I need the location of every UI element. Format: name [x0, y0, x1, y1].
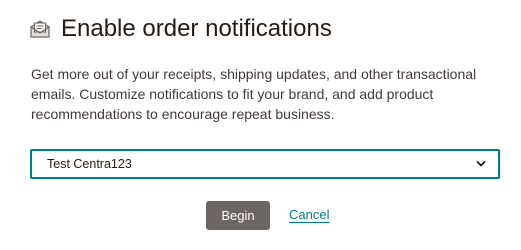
- envelope-receipt-icon: [29, 18, 51, 40]
- dialog-description: Get more out of your receipts, shipping …: [31, 66, 477, 122]
- cancel-link[interactable]: Cancel: [289, 207, 329, 222]
- store-select-value: Test Centra123: [47, 157, 132, 171]
- chevron-down-icon: [476, 160, 486, 168]
- page-title: Enable order notifications: [61, 15, 332, 42]
- begin-button[interactable]: Begin: [206, 201, 270, 230]
- dialog-header: Enable order notifications: [29, 14, 332, 44]
- store-select[interactable]: Test Centra123: [31, 150, 499, 178]
